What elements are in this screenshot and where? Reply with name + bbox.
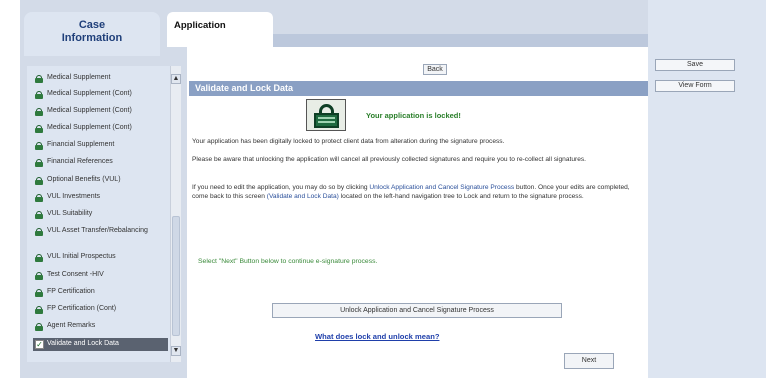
lock-icon xyxy=(35,306,43,314)
nav-item-fp-certification-cont[interactable]: FP Certification (Cont) xyxy=(35,305,169,314)
nav-item-medical-supplement-cont-1[interactable]: Medical Supplement (Cont) xyxy=(35,90,169,99)
nav-item-vul-asset-transfer[interactable]: VUL Asset Transfer/Rebalancing xyxy=(35,227,157,236)
scroll-thumb[interactable] xyxy=(172,216,180,336)
view-form-button[interactable]: View Form xyxy=(655,80,735,92)
lock-icon xyxy=(35,125,43,133)
right-action-panel xyxy=(648,0,766,378)
back-button[interactable]: Back xyxy=(423,64,447,75)
lock-icon xyxy=(35,177,43,185)
nav-item-label: Test Consent -HIV xyxy=(47,271,104,278)
checkbox-icon: ✓ xyxy=(35,340,44,349)
nav-item-label: Medical Supplement (Cont) xyxy=(47,124,132,131)
lock-body xyxy=(314,113,339,128)
lock-icon xyxy=(35,108,43,116)
nav-item-financial-references[interactable]: Financial References xyxy=(35,158,169,167)
next-instruction-note: Select "Next" Button below to continue e… xyxy=(198,258,378,265)
nav-item-test-consent-hiv[interactable]: Test Consent -HIV xyxy=(35,271,169,280)
lock-description-paragraph: Your application has been digitally lock… xyxy=(192,138,505,145)
lock-unlock-help-link[interactable]: What does lock and unlock mean? xyxy=(315,332,439,341)
tab-application-label: Application xyxy=(174,20,226,31)
main-content-area xyxy=(187,47,648,378)
lock-icon xyxy=(35,272,43,280)
locked-status-message: Your application is locked! xyxy=(366,111,461,120)
nav-item-agent-remarks[interactable]: Agent Remarks xyxy=(35,322,169,331)
lock-icon xyxy=(35,323,43,331)
nav-item-label: VUL Investments xyxy=(47,193,101,200)
edit-instructions-button-ref: Unlock Application and Cancel Signature … xyxy=(369,184,515,191)
nav-item-label: VUL Initial Prospectus xyxy=(47,253,116,260)
nav-item-vul-initial-prospectus[interactable]: VUL Initial Prospectus xyxy=(35,253,169,262)
lock-icon xyxy=(35,211,43,219)
edit-instructions-screen-ref: (Validate and Lock Data) xyxy=(266,192,339,200)
tab-case-information[interactable]: Case Information xyxy=(24,12,160,56)
locked-lock-icon xyxy=(306,99,346,131)
nav-item-label: FP Certification xyxy=(47,288,95,295)
nav-item-label: Financial References xyxy=(47,158,113,165)
edit-instructions-text-a: If you need to edit the application, you… xyxy=(192,184,370,191)
save-button[interactable]: Save xyxy=(655,59,735,71)
unlock-application-button[interactable]: Unlock Application and Cancel Signature … xyxy=(272,303,562,318)
nav-item-label: Validate and Lock Data xyxy=(47,340,119,347)
lock-icon xyxy=(35,289,43,297)
unlock-warning-paragraph: Please be aware that unlocking the appli… xyxy=(192,156,587,163)
lock-icon xyxy=(35,254,43,262)
lock-icon xyxy=(35,194,43,202)
nav-item-fp-certification[interactable]: FP Certification xyxy=(35,288,169,297)
nav-item-label: Medical Supplement (Cont) xyxy=(47,90,132,97)
lock-icon xyxy=(35,228,43,236)
lock-icon xyxy=(35,75,43,83)
nav-item-vul-suitability[interactable]: VUL Suitability xyxy=(35,210,169,219)
tab-case-information-line2: Information xyxy=(61,32,123,44)
edit-instructions-paragraph: If you need to edit the application, you… xyxy=(192,184,640,201)
nav-item-label: Agent Remarks xyxy=(47,322,96,329)
lock-icon xyxy=(35,159,43,167)
nav-item-label: Medical Supplement xyxy=(47,74,111,81)
edit-instructions-text-e: located on the left-hand navigation tree… xyxy=(338,192,584,200)
tab-application[interactable]: Application xyxy=(167,12,273,47)
nav-item-label: Financial Supplement xyxy=(47,141,115,148)
left-navigation-tree: Medical Supplement Medical Supplement (C… xyxy=(27,66,181,362)
lock-icon xyxy=(35,142,43,150)
nav-list: Medical Supplement Medical Supplement (C… xyxy=(27,66,169,362)
nav-item-medical-supplement-cont-3[interactable]: Medical Supplement (Cont) xyxy=(35,124,169,133)
nav-item-label: FP Certification (Cont) xyxy=(47,305,117,312)
next-button[interactable]: Next xyxy=(564,353,614,369)
nav-item-optional-benefits[interactable]: Optional Benefits (VUL) xyxy=(35,176,169,185)
nav-item-label: Medical Supplement (Cont) xyxy=(47,107,132,114)
nav-item-medical-supplement[interactable]: Medical Supplement xyxy=(35,74,169,83)
lock-icon xyxy=(35,91,43,99)
tab-case-information-line1: Case xyxy=(78,19,106,31)
nav-item-label: VUL Asset Transfer/Rebalancing xyxy=(47,227,148,234)
scroll-down-arrow-icon[interactable]: ▼ xyxy=(171,346,181,356)
nav-item-vul-investments[interactable]: VUL Investments xyxy=(35,193,169,202)
nav-item-financial-supplement[interactable]: Financial Supplement xyxy=(35,141,169,150)
scroll-up-arrow-icon[interactable]: ▲ xyxy=(171,74,181,84)
nav-item-label: Optional Benefits (VUL) xyxy=(47,176,121,183)
nav-scrollbar[interactable]: ▲ ▼ xyxy=(170,66,181,362)
section-title: Validate and Lock Data xyxy=(189,81,648,96)
nav-item-medical-supplement-cont-2[interactable]: Medical Supplement (Cont) xyxy=(35,107,169,116)
nav-item-validate-and-lock-data[interactable]: ✓ Validate and Lock Data xyxy=(33,338,168,351)
nav-item-label: VUL Suitability xyxy=(47,210,93,217)
